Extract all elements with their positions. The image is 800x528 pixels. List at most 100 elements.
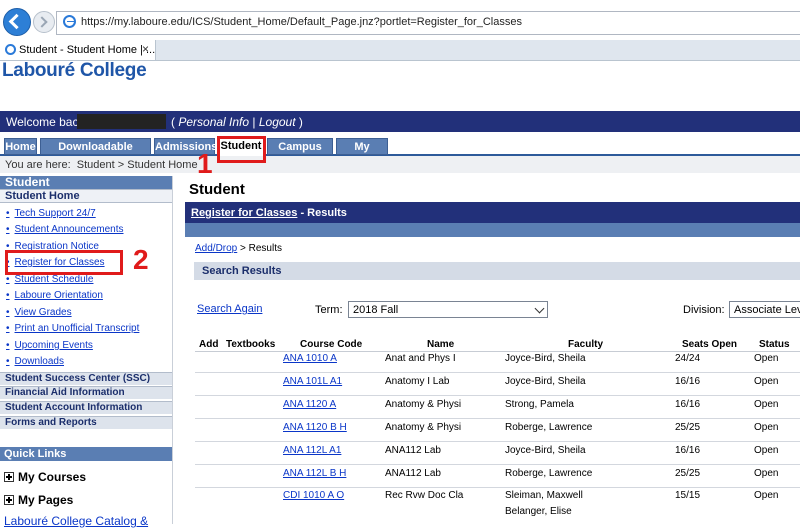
- course-faculty: Joyce-Bird, Sheila: [505, 445, 586, 456]
- course-code-link[interactable]: ANA 1120 A: [283, 399, 336, 410]
- table-row: ANA 112L B H ANA112 Lab Roberge, Lawrenc…: [195, 465, 800, 488]
- course-name: Anatomy & Physi: [385, 399, 462, 410]
- close-icon[interactable]: ×: [142, 42, 149, 56]
- quick-links-header: Quick Links: [0, 447, 172, 461]
- portlet-breadcrumb: Add/Drop > Results: [195, 243, 282, 254]
- course-code-link[interactable]: ANA 112L A1: [283, 445, 341, 456]
- sidebar-link-transcript[interactable]: Print an Unofficial Transcript: [6, 323, 140, 334]
- course-name: Anatomy I Lab: [385, 376, 450, 387]
- annotation-box-2: [5, 250, 123, 275]
- page-title: Student: [189, 181, 245, 198]
- expand-icon[interactable]: [4, 495, 14, 505]
- sidebar-section-forms-reports[interactable]: Forms and Reports: [0, 416, 172, 429]
- search-results-title: Search Results: [202, 265, 282, 277]
- course-code-link[interactable]: ANA 112L B H: [283, 468, 346, 479]
- column-header-seats-open: Seats Open: [682, 339, 738, 350]
- quick-link-my-courses[interactable]: My Courses: [4, 470, 86, 484]
- column-header-textbooks: Textbooks: [226, 339, 276, 350]
- course-faculty: Joyce-Bird, Sheila: [505, 376, 586, 387]
- table-row: ANA 101L A1 Anatomy I Lab Joyce-Bird, Sh…: [195, 373, 800, 396]
- course-faculty-secondary: Belanger, Elise: [505, 506, 572, 517]
- logout-link[interactable]: Logout: [259, 115, 296, 129]
- course-status: Open: [754, 376, 779, 387]
- breadcrumb: You are here: Student > Student Home: [5, 159, 198, 171]
- portlet-title-suffix: - Results: [297, 207, 347, 219]
- sidebar-link-upcoming-events[interactable]: Upcoming Events: [6, 340, 93, 351]
- tab-home[interactable]: Home: [4, 138, 37, 155]
- url-text[interactable]: https://my.laboure.edu/ICS/Student_Home/…: [81, 16, 522, 28]
- course-seats: 25/25: [675, 468, 701, 479]
- add-drop-link[interactable]: Add/Drop: [195, 243, 237, 254]
- course-code-link[interactable]: ANA 1120 B H: [283, 422, 347, 433]
- course-seats: 16/16: [675, 376, 701, 387]
- portlet-title-link[interactable]: Register for Classes: [191, 207, 297, 219]
- quick-link-catalog[interactable]: Labouré College Catalog &: [4, 514, 148, 528]
- table-header: Add Textbooks Course Code Name Faculty S…: [195, 337, 800, 352]
- quick-link-label: My Courses: [18, 470, 87, 484]
- browser-address-bar: https://my.laboure.edu/ICS/Student_Home/…: [0, 8, 800, 36]
- sidebar-link-announcements[interactable]: Student Announcements: [6, 224, 124, 235]
- tab-downloadable-forms[interactable]: Downloadable Forms: [40, 138, 151, 170]
- sidebar-link-student-schedule[interactable]: Student Schedule: [6, 274, 94, 285]
- tab-campus-life[interactable]: Campus Life: [267, 138, 333, 170]
- course-status: Open: [754, 468, 779, 479]
- course-status: Open: [754, 422, 779, 433]
- sidebar-link-tech-support[interactable]: Tech Support 24/7: [6, 208, 96, 219]
- sidebar: Student Student Home Tech Support 24/7 S…: [0, 176, 173, 528]
- sidebar-section-student-account[interactable]: Student Account Information: [0, 401, 172, 414]
- course-seats: 25/25: [675, 422, 701, 433]
- term-label: Term:: [315, 304, 343, 316]
- url-field[interactable]: https://my.laboure.edu/ICS/Student_Home/…: [56, 11, 800, 35]
- sidebar-link-view-grades[interactable]: View Grades: [6, 307, 72, 318]
- table-row: ANA 1010 A Anat and Phys I Joyce-Bird, S…: [195, 351, 800, 373]
- portlet-breadcrumb-rest: > Results: [237, 243, 282, 254]
- course-name: Anatomy & Physi: [385, 422, 462, 433]
- column-header-course-code: Course Code: [300, 339, 363, 350]
- table-row: ANA 1120 B H Anatomy & Physi Roberge, La…: [195, 419, 800, 442]
- expand-icon[interactable]: [4, 472, 14, 482]
- course-name: ANA112 Lab: [385, 468, 441, 479]
- college-logo[interactable]: Labouré College: [2, 60, 147, 82]
- course-faculty: Roberge, Lawrence: [505, 468, 593, 479]
- sidebar-link-orientation[interactable]: Laboure Orientation: [6, 290, 103, 301]
- welcome-text: Welcome back: [6, 115, 85, 129]
- course-code-link[interactable]: ANA 101L A1: [283, 376, 342, 387]
- browser-tab[interactable]: Student - Student Home | ... ×: [0, 40, 156, 60]
- welcome-links: ( Personal Info | Logout ): [171, 115, 303, 129]
- course-seats: 24/24: [675, 353, 701, 364]
- tab-my-pages[interactable]: My Pages: [336, 138, 388, 170]
- division-value: Associate Lev: [734, 304, 800, 316]
- browser-tab-strip: Student - Student Home | ... ×: [0, 40, 800, 61]
- back-icon[interactable]: [3, 8, 31, 36]
- term-value: 2018 Fall: [353, 304, 399, 316]
- quick-link-label: My Pages: [18, 493, 74, 507]
- course-seats: 16/16: [675, 399, 701, 410]
- forward-icon[interactable]: [33, 11, 55, 33]
- sidebar-section-financial-aid[interactable]: Financial Aid Information: [0, 386, 172, 399]
- course-seats: 15/15: [675, 490, 701, 501]
- table-row: CDI 1010 A O Rec Rvw Doc Cla Sleiman, Ma…: [195, 488, 800, 524]
- course-code-link[interactable]: CDI 1010 A O: [283, 490, 344, 501]
- chevron-down-icon[interactable]: [534, 303, 545, 314]
- welcome-bar: Welcome back ( Personal Info | Logout ): [0, 111, 800, 132]
- division-label: Division:: [683, 304, 725, 316]
- course-faculty: Joyce-Bird, Sheila: [505, 353, 586, 364]
- annotation-number-2: 2: [133, 244, 149, 275]
- division-select[interactable]: Associate Lev: [729, 301, 800, 318]
- sidebar-link-downloads[interactable]: Downloads: [6, 356, 64, 367]
- search-results-header: Search Results: [194, 262, 800, 280]
- search-again-link[interactable]: Search Again: [197, 303, 262, 315]
- sidebar-section-ssc[interactable]: Student Success Center (SSC): [0, 372, 172, 385]
- sidebar-item-student-home[interactable]: Student Home: [0, 190, 172, 203]
- breadcrumb-prefix: You are here:: [5, 159, 71, 171]
- personal-info-link[interactable]: Personal Info: [178, 115, 249, 129]
- table-row: ANA 1120 A Anatomy & Physi Strong, Pamel…: [195, 396, 800, 419]
- portlet-header: Register for Classes - Results: [185, 202, 800, 223]
- course-status: Open: [754, 399, 779, 410]
- term-select[interactable]: 2018 Fall: [348, 301, 548, 318]
- column-header-status: Status: [759, 339, 790, 350]
- course-code-link[interactable]: ANA 1010 A: [283, 353, 337, 364]
- course-faculty: Roberge, Lawrence: [505, 422, 593, 433]
- quick-link-my-pages[interactable]: My Pages: [4, 493, 73, 507]
- course-status: Open: [754, 490, 779, 501]
